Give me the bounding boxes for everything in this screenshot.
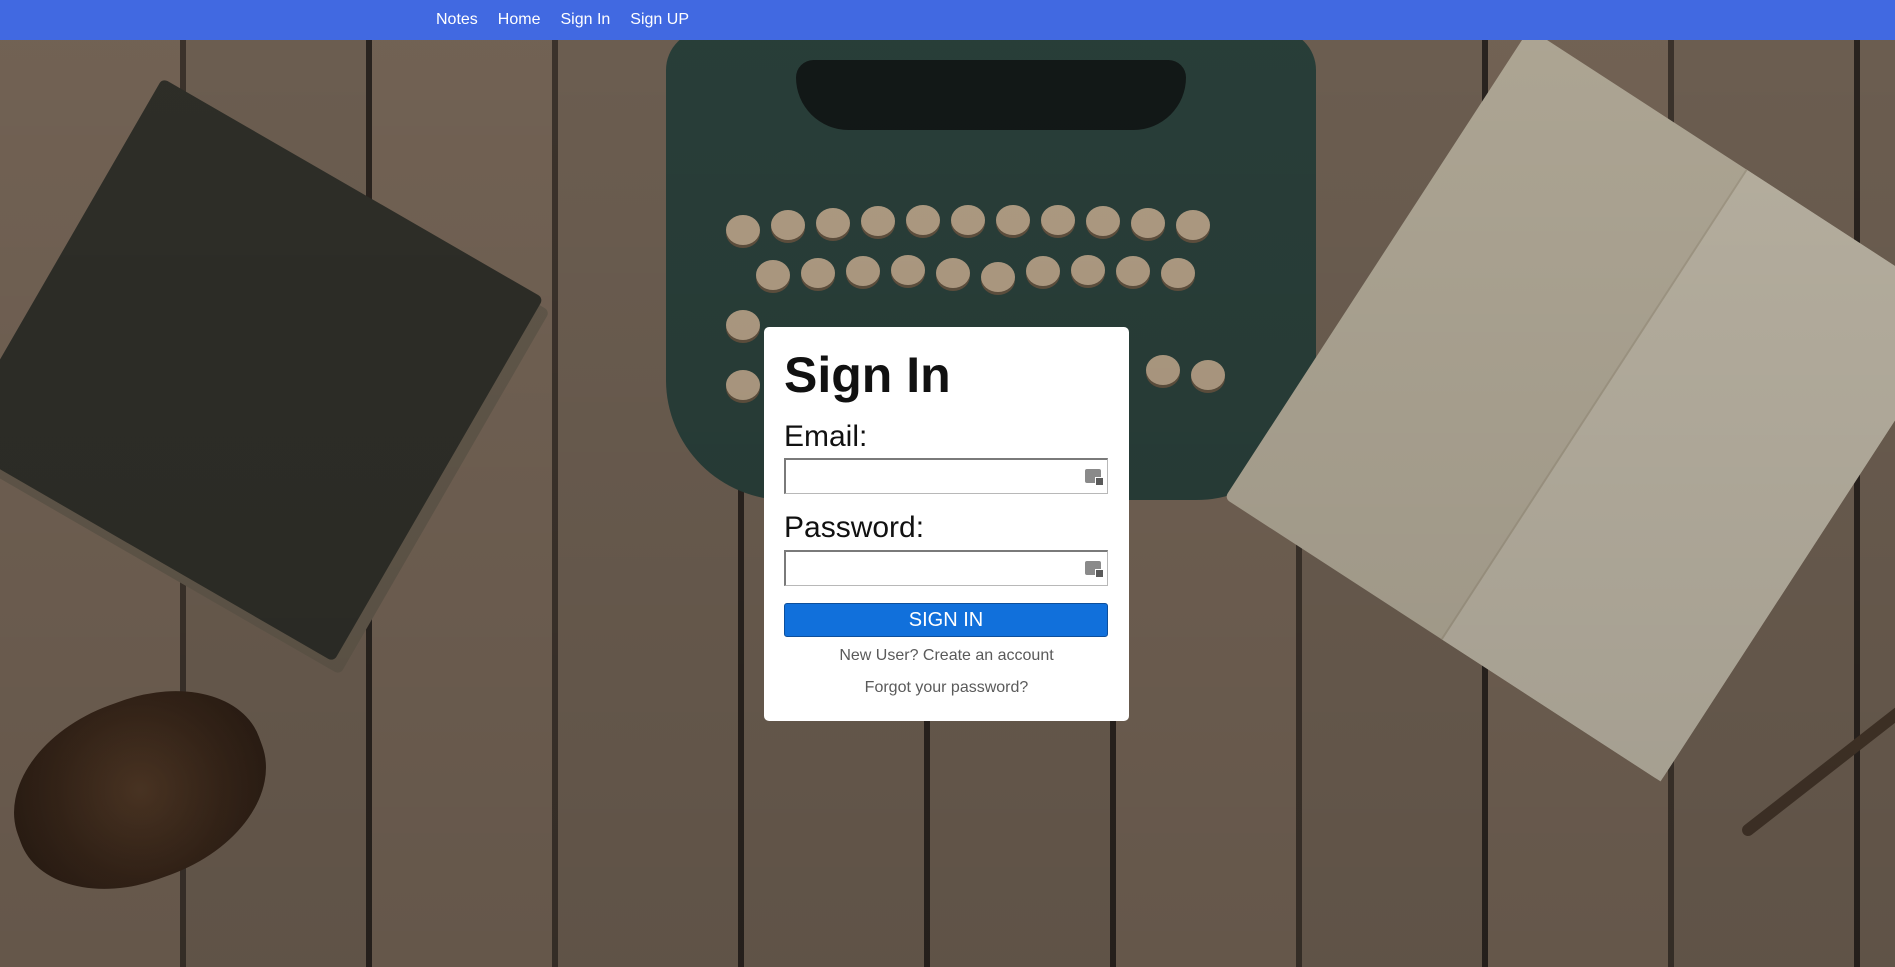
nav-item-home[interactable]: Home [498,11,541,29]
navbar: Notes Home Sign In Sign UP [0,0,1895,40]
forgot-password-link[interactable]: Forgot your password? [764,679,1129,697]
password-manager-icon[interactable] [1085,469,1104,486]
nav-item-sign-in[interactable]: Sign In [560,11,610,29]
nav-item-sign-up[interactable]: Sign UP [630,11,689,29]
password-label: Password: [784,511,925,544]
create-account-link[interactable]: New User? Create an account [764,647,1129,665]
password-field[interactable] [784,550,1108,586]
email-input[interactable] [790,461,1074,493]
signin-card: Sign In Email: Password: SIGN IN New Use… [764,327,1129,721]
page-title: Sign In [784,347,951,403]
nav-brand-notes[interactable]: Notes [436,11,478,29]
sign-in-button[interactable]: SIGN IN [784,603,1108,637]
password-manager-icon[interactable] [1085,561,1104,578]
email-field[interactable] [784,458,1108,494]
email-label: Email: [784,420,868,453]
password-input[interactable] [790,553,1074,585]
nav-links: Notes Home Sign In Sign UP [436,0,709,40]
